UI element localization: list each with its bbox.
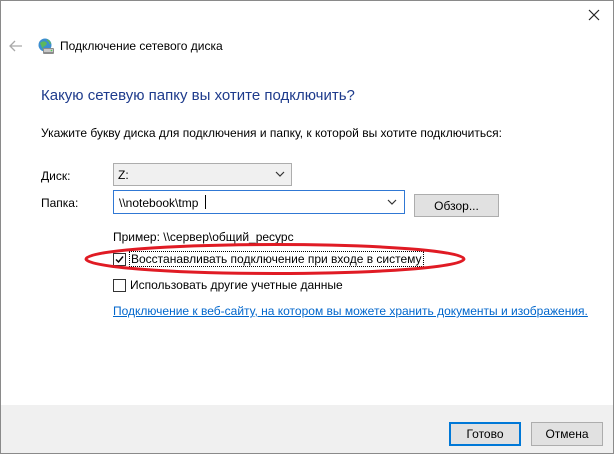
finish-button-label: Готово — [466, 427, 504, 441]
reconnect-option[interactable]: Восстанавливать подключение при входе в … — [113, 251, 424, 267]
drive-select[interactable]: Z: — [113, 163, 292, 186]
folder-input-value: \\notebook\tmp — [119, 196, 199, 210]
drive-select-value: Z: — [118, 168, 129, 182]
close-icon — [588, 9, 600, 21]
arrow-left-icon — [9, 40, 22, 52]
map-network-drive-dialog: Подключение сетевого диска Какую сетевую… — [0, 0, 614, 454]
text-caret — [205, 195, 206, 209]
finish-button[interactable]: Готово — [449, 422, 521, 446]
cancel-button[interactable]: Отмена — [531, 422, 603, 446]
reconnect-checkbox[interactable] — [113, 252, 126, 266]
folder-input[interactable]: \\notebook\tmp — [113, 190, 405, 214]
other-credentials-option[interactable]: Использовать другие учетные данные — [113, 278, 343, 292]
drive-label: Диск: — [41, 169, 71, 183]
dialog-footer: Готово Отмена — [1, 405, 613, 453]
browse-button-label: Обзор... — [434, 198, 479, 213]
network-drive-icon — [38, 38, 54, 54]
close-button[interactable] — [581, 4, 607, 26]
browse-button[interactable]: Обзор... — [414, 194, 499, 217]
checkmark-icon — [115, 255, 124, 263]
other-credentials-checkbox[interactable] — [113, 278, 126, 292]
folder-label: Папка: — [41, 196, 79, 210]
reconnect-label[interactable]: Восстанавливать подключение при входе в … — [129, 251, 424, 267]
other-credentials-label[interactable]: Использовать другие учетные данные — [130, 278, 343, 292]
example-text: Пример: \\сервер\общий_ресурс — [113, 230, 294, 244]
page-heading: Какую сетевую папку вы хотите подключить… — [41, 87, 355, 104]
chevron-down-icon — [275, 171, 285, 177]
dialog-title: Подключение сетевого диска — [60, 39, 223, 53]
connect-website-link[interactable]: Подключение к веб-сайту, на котором вы м… — [113, 304, 588, 318]
instruction-text: Укажите букву диска для подключения и па… — [41, 126, 502, 140]
back-button[interactable] — [7, 36, 25, 56]
dialog-header: Подключение сетевого диска — [1, 31, 613, 61]
chevron-down-icon[interactable] — [387, 198, 397, 206]
cancel-button-label: Отмена — [545, 427, 589, 441]
